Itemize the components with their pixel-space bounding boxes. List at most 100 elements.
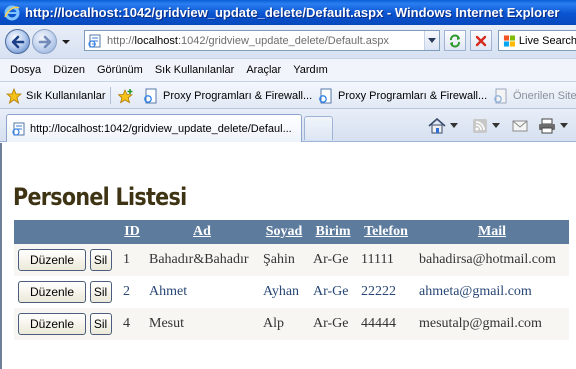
cell-telefon: 22222 [357, 276, 415, 308]
cell-birim: Ar-Ge [309, 276, 357, 308]
chevron-down-icon [560, 123, 568, 128]
window-title: http://localhost:1042/gridview_update_de… [25, 5, 560, 20]
chevron-down-icon [492, 123, 500, 128]
column-header-mail[interactable]: Mail [415, 220, 569, 244]
ie-logo-icon [4, 5, 20, 21]
edit-button[interactable]: Düzenle [18, 281, 86, 303]
cell-telefon: 11111 [357, 244, 415, 276]
menu-view[interactable]: Görünüm [91, 64, 149, 76]
menu-file[interactable]: Dosya [4, 64, 47, 76]
suggested-sites-link[interactable]: Önerilen Siteler [493, 88, 576, 104]
tab-bar: http://localhost:1042/gridview_update_de… [0, 109, 576, 142]
cell-soyad: Alp [259, 308, 309, 340]
printer-icon [539, 118, 555, 134]
url-text[interactable]: http://localhost:1042/gridview_update_de… [107, 35, 424, 47]
cell-birim: Ar-Ge [309, 244, 357, 276]
stop-icon [475, 35, 487, 46]
menu-tools[interactable]: Araçlar [240, 64, 287, 76]
delete-button[interactable]: Sil [89, 313, 112, 335]
personnel-grid: ID Ad Soyad Birim Telefon Mail Düzenle S… [14, 220, 569, 340]
favorite-link-1[interactable]: Proxy Programları & Firewall... [143, 88, 312, 104]
column-header-ad[interactable]: Ad [145, 220, 259, 244]
page-icon [12, 122, 25, 136]
stop-button[interactable] [470, 30, 492, 51]
cell-mail: bahadirsa@hotmail.com [415, 244, 569, 276]
table-row: Düzenle Sil 2 Ahmet Ayhan Ar-Ge 22222 ah… [14, 276, 569, 308]
forward-button[interactable] [32, 29, 57, 54]
cell-soyad: Ayhan [259, 276, 309, 308]
add-favorite-icon [118, 88, 134, 104]
back-arrow-icon [11, 35, 24, 48]
grid-command-header [14, 220, 119, 244]
column-header-id[interactable]: ID [119, 220, 145, 244]
favorites-button[interactable]: Sık Kullanılanlar [6, 88, 106, 104]
chevron-down-icon [450, 123, 458, 128]
live-search-box[interactable]: Live Search [498, 30, 576, 51]
favorites-bar: Sık Kullanılanlar Proxy Programları & Fi… [0, 82, 576, 109]
delete-button[interactable]: Sil [89, 249, 112, 271]
table-row: Düzenle Sil 1 Bahadır&Bahadır Şahin Ar-G… [14, 244, 569, 276]
cell-mail: ahmeta@gmail.com [415, 276, 569, 308]
edit-button[interactable]: Düzenle [18, 249, 86, 271]
table-row: Düzenle Sil 4 Mesut Alp Ar-Ge 44444 mesu… [14, 308, 569, 340]
delete-button[interactable]: Sil [89, 281, 112, 303]
page-content: Personel Listesi ID Ad Soyad Birim Telef… [0, 143, 576, 369]
page-icon [144, 88, 157, 104]
page-icon [319, 88, 332, 104]
favorites-label: Sık Kullanılanlar [26, 90, 106, 102]
grid-header-row: ID Ad Soyad Birim Telefon Mail [14, 220, 569, 244]
cell-soyad: Şahin [259, 244, 309, 276]
recent-pages-dropdown[interactable] [62, 37, 70, 45]
favorite-link-label: Proxy Programları & Firewall... [163, 90, 313, 102]
cell-id: 2 [119, 276, 145, 308]
windows-live-icon [503, 34, 515, 47]
favorite-link-label: Proxy Programları & Firewall... [338, 90, 488, 102]
cell-ad: Mesut [145, 308, 259, 340]
add-favorite-button[interactable] [118, 88, 138, 104]
column-header-telefon[interactable]: Telefon [357, 220, 415, 244]
url-path: :1042/gridview_update_delete/Default.asp… [177, 34, 389, 47]
rss-feed-icon [473, 119, 487, 133]
command-cell: Düzenle Sil [14, 276, 119, 308]
print-button[interactable] [538, 117, 568, 135]
chevron-down-icon [62, 40, 70, 44]
cell-mail: mesutalp@gmail.com [415, 308, 569, 340]
cell-id: 4 [119, 308, 145, 340]
cell-id: 1 [119, 244, 145, 276]
address-dropdown-button[interactable] [424, 31, 439, 50]
home-icon [428, 118, 446, 134]
chevron-down-icon [428, 37, 436, 43]
command-cell: Düzenle Sil [14, 308, 119, 340]
column-header-soyad[interactable]: Soyad [259, 220, 309, 244]
title-bar: http://localhost:1042/gridview_update_de… [0, 0, 576, 25]
cell-telefon: 44444 [357, 308, 415, 340]
separator [110, 87, 111, 104]
forward-arrow-icon [38, 35, 51, 48]
menu-favorites[interactable]: Sık Kullanılanlar [149, 64, 241, 76]
page-icon [88, 34, 101, 48]
address-bar[interactable]: http://localhost:1042/gridview_update_de… [84, 30, 440, 51]
page-icon [494, 88, 507, 104]
star-icon [6, 88, 22, 104]
feeds-button[interactable] [472, 117, 500, 135]
tab-active[interactable]: http://localhost:1042/gridview_update_de… [6, 114, 302, 142]
mail-button[interactable] [512, 117, 528, 135]
edit-button[interactable]: Düzenle [18, 313, 86, 335]
column-header-birim[interactable]: Birim [309, 220, 357, 244]
new-tab-button[interactable] [304, 116, 333, 140]
favorite-link-2[interactable]: Proxy Programları & Firewall... [318, 88, 487, 104]
menu-bar: Dosya Düzen Görünüm Sık Kullanılanlar Ar… [0, 58, 576, 82]
tab-label: http://localhost:1042/gridview_update_de… [30, 122, 292, 135]
menu-help[interactable]: Yardım [287, 64, 334, 76]
cell-ad: Bahadır&Bahadır [145, 244, 259, 276]
refresh-icon [450, 34, 460, 47]
menu-edit[interactable]: Düzen [47, 64, 91, 76]
refresh-button[interactable] [444, 30, 466, 51]
home-button[interactable] [428, 117, 458, 135]
url-host: localhost [134, 34, 178, 47]
address-toolbar: http://localhost:1042/gridview_update_de… [0, 25, 576, 58]
suggested-sites-label: Önerilen Siteler [513, 90, 576, 102]
command-cell: Düzenle Sil [14, 244, 119, 276]
back-button[interactable] [5, 29, 30, 54]
cell-birim: Ar-Ge [309, 308, 357, 340]
